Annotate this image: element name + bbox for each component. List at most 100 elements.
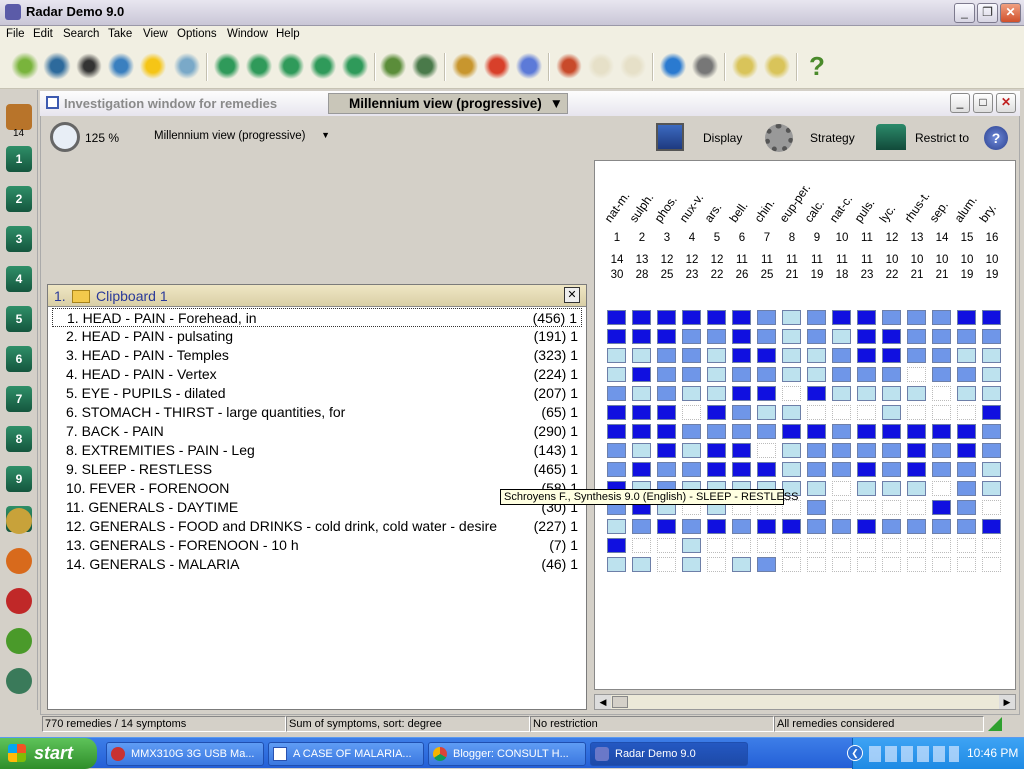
symptom-row[interactable]: 1. HEAD - PAIN - Forehead, in (456) 1 [52,308,582,327]
restrict-button[interactable]: Restrict to [915,131,969,145]
grid-cell[interactable] [732,424,751,439]
grid-cell[interactable] [957,367,976,382]
inner-maximize-button[interactable]: □ [973,93,993,113]
clipboard-5-button[interactable]: 5 [6,306,32,332]
grid-cell[interactable] [832,481,851,496]
remedy-name[interactable]: bell. [727,199,751,225]
grid-cell[interactable] [832,557,851,572]
menu-options[interactable]: Options [177,28,217,40]
grid-cell[interactable] [982,386,1001,401]
lightbulb-icon[interactable] [138,51,168,81]
grid-cell[interactable] [657,538,676,553]
grid-cell[interactable] [932,310,951,325]
grid-cell[interactable] [732,367,751,382]
menu-help[interactable]: Help [276,28,300,40]
grid-cell[interactable] [632,348,651,363]
grid-cell[interactable] [707,348,726,363]
clip-2-icon[interactable] [244,51,274,81]
grid-cell[interactable] [607,367,626,382]
close-button[interactable]: ✕ [1000,3,1021,23]
grid-cell[interactable] [857,519,876,534]
glasses-icon[interactable] [74,51,104,81]
grid-cell[interactable] [907,557,926,572]
grid-cell[interactable] [957,443,976,458]
grid-cell[interactable] [632,557,651,572]
grid-cell[interactable] [982,557,1001,572]
grid-cell[interactable] [857,386,876,401]
grid-cell[interactable] [657,424,676,439]
grid-cell[interactable] [632,538,651,553]
grid-cell[interactable] [807,481,826,496]
grid-cell[interactable] [707,519,726,534]
symptom-row[interactable]: 7. BACK - PAIN (290) 1 [52,422,582,441]
pencil-icon[interactable] [554,51,584,81]
eh-icon[interactable] [6,668,32,694]
grid-cell[interactable] [782,386,801,401]
grid-cell[interactable] [882,424,901,439]
grid-cell[interactable] [682,367,701,382]
grid-cell[interactable] [707,405,726,420]
menu-search[interactable]: Search [63,28,99,40]
grid-cell[interactable] [932,519,951,534]
grid-cell[interactable] [932,443,951,458]
bottle-icon[interactable] [6,548,32,574]
grid-cell[interactable] [682,462,701,477]
remedy-name[interactable]: sep. [927,198,951,225]
grid-cell[interactable] [657,557,676,572]
symptom-row[interactable]: 13. GENERALS - FORENOON - 10 h (7) 1 [52,536,582,555]
grid-cell[interactable] [682,310,701,325]
grid-cell[interactable] [657,348,676,363]
grid-cell[interactable] [607,538,626,553]
grid-cell[interactable] [932,538,951,553]
grid-cell[interactable] [607,557,626,572]
grid-cell[interactable] [907,348,926,363]
grid-cell[interactable] [932,500,951,515]
grid-cell[interactable] [782,519,801,534]
grid-cell[interactable] [807,329,826,344]
chip-icon[interactable] [730,51,760,81]
task-radar[interactable]: Radar Demo 9.0 [590,742,748,766]
scroll2-icon[interactable] [618,51,648,81]
grid-cell[interactable] [657,329,676,344]
grid-cell[interactable] [882,462,901,477]
grid-cell[interactable] [957,310,976,325]
grid-cell[interactable] [707,424,726,439]
remedy-name[interactable]: calc. [802,197,828,225]
grid-cell[interactable] [957,386,976,401]
symptom-row[interactable]: 12. GENERALS - FOOD and DRINKS - cold dr… [52,517,582,536]
grid-cell[interactable] [832,405,851,420]
grid-cell[interactable] [607,443,626,458]
grid-cell[interactable] [732,557,751,572]
grid-cell[interactable] [857,367,876,382]
gear-icon[interactable] [765,124,793,152]
open-book-icon[interactable] [10,51,40,81]
grid-cell[interactable] [957,538,976,553]
grid-cell[interactable] [707,310,726,325]
inner-close-button[interactable]: ✕ [996,93,1016,113]
grid-cell[interactable] [757,386,776,401]
grid-cell[interactable] [957,500,976,515]
test-tubes-icon[interactable] [410,51,440,81]
grid-cell[interactable] [932,462,951,477]
grid-cell[interactable] [782,329,801,344]
grid-cell[interactable] [657,310,676,325]
grid-cell[interactable] [957,424,976,439]
clip-1-icon[interactable] [212,51,242,81]
grid-cell[interactable] [732,329,751,344]
grid-cell[interactable] [632,443,651,458]
remedy-name[interactable]: alum. [952,193,980,225]
grid-cell[interactable] [832,386,851,401]
target-icon[interactable] [450,51,480,81]
grid-cell[interactable] [632,462,651,477]
grid-cell[interactable] [707,386,726,401]
grid-cell[interactable] [632,405,651,420]
horizontal-scrollbar[interactable]: ◀ ▶ [594,694,1016,710]
grid-cell[interactable] [907,500,926,515]
grid-cell[interactable] [857,557,876,572]
task-mmx[interactable]: MMX310G 3G USB Ma... [106,742,264,766]
pie-icon[interactable] [482,51,512,81]
restrict-icon[interactable] [876,124,906,150]
grid-cell[interactable] [807,405,826,420]
grid-cell[interactable] [982,405,1001,420]
grid-cell[interactable] [657,443,676,458]
